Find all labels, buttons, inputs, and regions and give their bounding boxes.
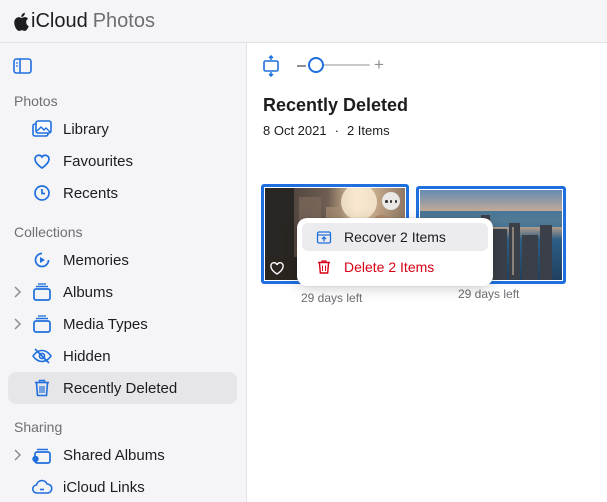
section-sharing: Sharing	[14, 419, 63, 435]
sidebar-item-hidden[interactable]: Hidden	[8, 340, 237, 372]
sidebar-item-label: Favourites	[63, 153, 134, 170]
sidebar-item-library[interactable]: Library	[8, 113, 237, 145]
clock-icon	[34, 185, 50, 201]
sidebar-item-label: Memories	[63, 252, 129, 269]
more-options-icon[interactable]	[382, 192, 400, 210]
date-label: 8 Oct 2021	[263, 123, 327, 138]
brand-icloud-text: iCloud	[31, 10, 88, 32]
separator-dot: ·	[334, 123, 339, 138]
memories-icon	[34, 252, 50, 268]
favorite-heart-icon[interactable]	[270, 262, 284, 275]
sidebar-item-recently-deleted[interactable]: Recently Deleted	[8, 372, 237, 404]
trash-icon	[35, 379, 49, 397]
item-count: 2 Items	[346, 123, 390, 138]
sidebar-item-icloud-links[interactable]: iCloud Links	[8, 471, 237, 502]
days-left-label: 29 days left	[301, 291, 363, 305]
media-types-icon	[33, 315, 51, 333]
section-photos: Photos	[14, 93, 58, 109]
heart-icon	[34, 154, 50, 169]
aspect-fit-icon[interactable]	[261, 55, 281, 77]
sidebar-item-label: Media Types	[63, 316, 148, 333]
section-collections: Collections	[14, 224, 83, 240]
delete-items-menu-item[interactable]: Delete 2 Items	[302, 253, 488, 281]
sidebar-item-label: Albums	[63, 284, 114, 301]
sidebar-item-label: iCloud Links	[63, 479, 145, 496]
days-left-label: 29 days left	[458, 287, 520, 301]
chevron-right-icon[interactable]	[12, 448, 22, 462]
eye-slash-icon	[32, 348, 52, 364]
brand-photos-text: Photos	[92, 10, 155, 32]
sidebar-item-recents[interactable]: Recents	[8, 177, 237, 209]
sidebar-item-media-types[interactable]: Media Types	[8, 308, 237, 340]
zoom-out-icon[interactable]	[297, 65, 306, 67]
recover-items-menu-item[interactable]: Recover 2 Items	[302, 223, 488, 251]
app-header: iCloud Photos	[0, 0, 607, 43]
shared-albums-icon	[32, 448, 51, 464]
library-icon	[32, 120, 52, 137]
sidebar: Photos Library Favourites Recents Collec…	[0, 43, 247, 502]
page-subtitle: 8 Oct 2021 · 2 Items	[263, 123, 390, 138]
context-menu: Recover 2 Items Delete 2 Items	[297, 218, 493, 286]
chevron-right-icon[interactable]	[12, 285, 22, 299]
sidebar-item-label: Hidden	[63, 348, 111, 365]
sidebar-item-favourites[interactable]: Favourites	[8, 145, 237, 177]
cloud-link-icon	[31, 479, 53, 494]
brand-logo[interactable]: iCloud Photos	[13, 10, 155, 32]
sidebar-toggle-icon[interactable]	[12, 57, 34, 75]
trash-icon	[318, 260, 330, 274]
delete-items-label: Delete 2 Items	[344, 259, 435, 275]
recover-icon	[316, 231, 332, 244]
zoom-in-icon[interactable]: +	[374, 56, 384, 74]
sidebar-item-label: Recents	[63, 185, 119, 202]
sidebar-item-label: Shared Albums	[63, 447, 165, 464]
sidebar-item-shared-albums[interactable]: Shared Albums	[8, 439, 237, 471]
sidebar-item-label: Recently Deleted	[63, 380, 178, 397]
zoom-slider-knob[interactable]	[308, 57, 324, 73]
apple-logo-icon	[14, 12, 29, 31]
page-title: Recently Deleted	[263, 95, 409, 115]
chevron-right-icon[interactable]	[12, 317, 22, 331]
sidebar-item-albums[interactable]: Albums	[8, 276, 237, 308]
main-content: + Recently Deleted 8 Oct 2021 · 2 Items	[248, 43, 607, 502]
recover-items-label: Recover 2 Items	[344, 229, 446, 245]
sidebar-item-label: Library	[63, 121, 109, 138]
albums-icon	[33, 283, 51, 301]
sidebar-item-memories[interactable]: Memories	[8, 244, 237, 276]
